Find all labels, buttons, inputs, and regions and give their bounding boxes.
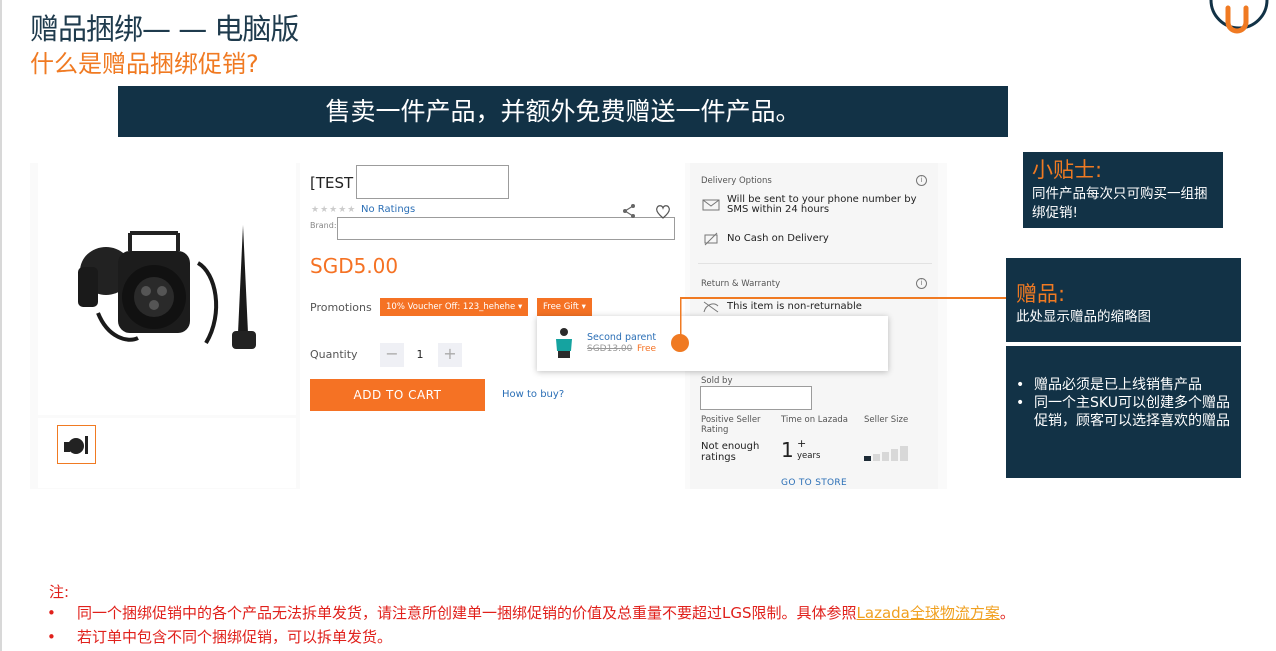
- how-to-buy-link[interactable]: How to buy?: [502, 389, 564, 400]
- headline-banner: 售卖一件产品，并额外免费赠送一件产品。: [118, 86, 1008, 137]
- gift-name-link[interactable]: Second parent: [587, 332, 656, 343]
- notes-list: 同一个捆绑促销中的各个产品无法拆单发货，请注意所创建单一捆绑促销的价值及总重量不…: [47, 601, 1015, 649]
- callout-dot-icon: [671, 334, 689, 352]
- gift-thumbnail[interactable]: [553, 327, 575, 359]
- chevron-down-icon: ▾: [581, 302, 586, 312]
- voucher-tag-label: 10% Voucher Off: 123_hehehe: [386, 302, 516, 312]
- time-on-lazada-value: 1: [781, 438, 794, 462]
- note-text-end: 。: [999, 604, 1015, 622]
- positive-rating-label: Positive Seller Rating: [701, 415, 761, 435]
- time-plus-sign: +: [797, 437, 807, 450]
- gift-rule-item: 同一个主SKU可以创建多个赠品促销，顾客可以选择喜欢的赠品: [1016, 394, 1234, 430]
- product-image-panel: [38, 163, 296, 415]
- brand-redaction-box: [337, 217, 675, 240]
- delivery-options-header: Delivery Options: [701, 176, 772, 186]
- info-icon[interactable]: i: [916, 278, 927, 289]
- quantity-label: Quantity: [310, 348, 358, 361]
- product-title-redaction-box: [356, 165, 509, 199]
- note-text: 同一个捆绑促销中的各个产品无法拆单发货，请注意所创建单一捆绑促销的价值及总重量不…: [77, 604, 857, 622]
- product-image: [78, 225, 256, 349]
- chevron-down-icon: ▾: [517, 302, 523, 312]
- go-to-store-link[interactable]: GO TO STORE: [690, 478, 938, 488]
- gift-original-price: SGD13.00: [587, 344, 633, 354]
- gift-rules-list: 赠品必须是已上线销售产品 同一个主SKU可以创建多个赠品促销，顾客可以选择喜欢的…: [1016, 376, 1234, 430]
- note-item: 若订单中包含不同个捆绑促销，可以拆单发货。: [47, 625, 1015, 649]
- share-icon[interactable]: [621, 203, 637, 219]
- return-warranty-header: Return & Warranty: [701, 279, 781, 289]
- gift-free-label: Free: [637, 344, 657, 354]
- logistics-link[interactable]: Lazada全球物流方案: [857, 604, 1000, 622]
- sold-by-label: Sold by: [701, 376, 733, 386]
- envelope-icon: [702, 199, 720, 211]
- no-cod-text: No Cash on Delivery: [727, 233, 829, 244]
- notes-header: 注:: [49, 583, 70, 601]
- seller-size-bars-icon: [864, 446, 908, 461]
- slide-left-border: [0, 0, 2, 651]
- slide-subtitle: 什么是赠品捆绑促销?: [30, 50, 259, 78]
- time-unit: years: [797, 451, 821, 461]
- note-item: 同一个捆绑促销中的各个产品无法拆单发货，请注意所创建单一捆绑促销的价值及总重量不…: [47, 601, 1015, 625]
- rating-link[interactable]: No Ratings: [361, 204, 415, 215]
- add-to-cart-button[interactable]: ADD TO CART: [310, 379, 485, 411]
- gift-callout-body: 此处显示赠品的缩略图: [1016, 309, 1151, 325]
- product-thumbnail[interactable]: [57, 425, 96, 464]
- brand-label: Brand:: [310, 221, 337, 230]
- positive-rating-value: Not enough ratings: [701, 441, 760, 463]
- delivery-sms-text: Will be sent to your phone number by SMS…: [727, 194, 917, 215]
- quantity-value[interactable]: 1: [412, 348, 428, 361]
- seller-size-label: Seller Size: [864, 415, 909, 425]
- promotions-label: Promotions: [310, 301, 372, 314]
- rating-stars: ★★★★★: [311, 205, 357, 215]
- brand-logo-icon: [1209, 0, 1269, 34]
- seller-name-redaction-box: [700, 386, 812, 410]
- slide-title: 赠品捆绑— — 电脑版: [30, 12, 299, 46]
- time-on-lazada-label: Time on Lazada: [781, 415, 849, 425]
- gift-callout-title: 赠品:: [1016, 282, 1066, 306]
- tip-title: 小贴士:: [1032, 158, 1103, 182]
- no-cash-icon: [704, 232, 718, 246]
- thumbnail-image: [64, 436, 88, 454]
- product-price: SGD5.00: [310, 254, 399, 278]
- quantity-decrease-button[interactable]: −: [380, 343, 404, 367]
- voucher-tag[interactable]: 10% Voucher Off: 123_hehehe ▾: [380, 298, 529, 316]
- info-icon[interactable]: i: [916, 175, 927, 186]
- heart-icon[interactable]: [655, 204, 671, 219]
- callout-connector: [680, 297, 1008, 342]
- product-title: [TEST: [310, 174, 354, 192]
- tip-body: 同件产品每次只可购买一组捆绑促销!: [1032, 186, 1208, 221]
- divider: [698, 263, 932, 264]
- free-gift-tag-label: Free Gift: [543, 302, 579, 312]
- gift-rule-item: 赠品必须是已上线销售产品: [1016, 376, 1234, 394]
- free-gift-tag[interactable]: Free Gift ▾: [537, 298, 592, 316]
- quantity-increase-button[interactable]: +: [438, 343, 462, 367]
